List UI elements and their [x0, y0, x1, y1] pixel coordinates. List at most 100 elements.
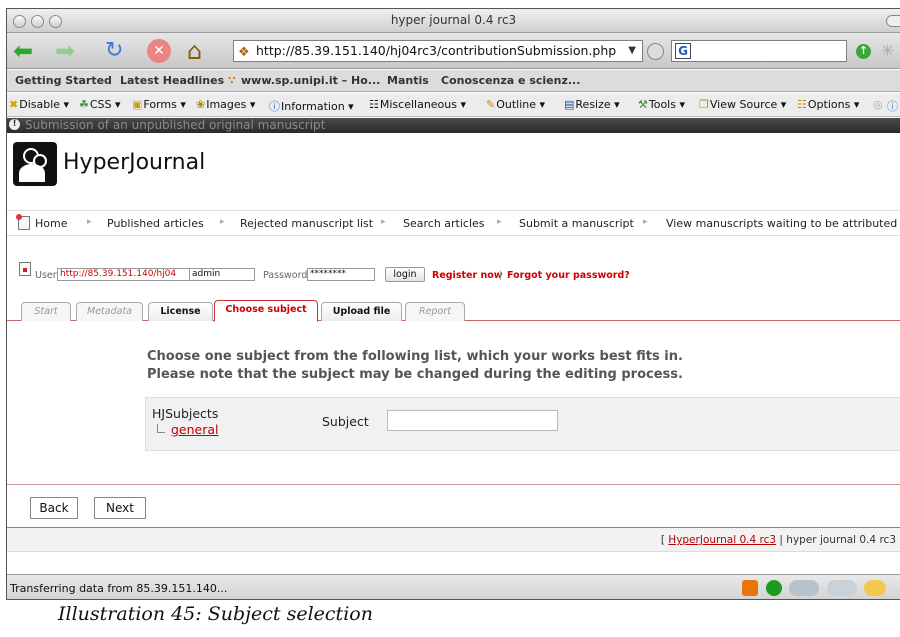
go-button[interactable]	[647, 43, 664, 60]
address-bar[interactable]: ❖ http://85.39.151.140/hj04rc3/contribut…	[233, 40, 643, 62]
alert-icon: !	[9, 119, 20, 130]
subject-field[interactable]	[387, 410, 558, 431]
menu-item-search-articles[interactable]: Search articles	[403, 217, 485, 230]
home-icon[interactable]: ⌂	[187, 37, 202, 65]
bookmark-item[interactable]: www.sp.unipi.it – Ho...	[241, 74, 380, 87]
devbar-images[interactable]: ❀Images ▾	[196, 98, 255, 111]
status-icons	[742, 580, 890, 596]
username-field[interactable]: admin	[190, 268, 255, 281]
page-content: ! Submission of an unpublished original …	[7, 118, 900, 574]
bookmarks-bar: Getting Started Latest Headlines ∵ www.s…	[7, 70, 900, 92]
back-arrow-icon[interactable]: ⬅	[13, 37, 33, 65]
subject-label: Subject	[322, 414, 369, 429]
devbar-outline[interactable]: ✎Outline ▾	[486, 98, 545, 111]
submission-tabs: Start Metadata License Choose subject Up…	[7, 293, 900, 322]
green-status-icon[interactable]	[765, 580, 782, 596]
bookmark-item[interactable]: Getting Started	[15, 74, 112, 87]
devbar-css[interactable]: ☘CSS ▾	[79, 98, 121, 111]
tab-upload-file[interactable]: Upload file	[321, 302, 402, 321]
devbar-resize[interactable]: ▤Resize ▾	[564, 98, 620, 111]
page-header-title: Submission of an unpublished original ma…	[25, 118, 326, 132]
tab-license[interactable]: License	[148, 302, 213, 321]
options-icon: ☷	[797, 98, 807, 111]
information-icon: ⓘ	[269, 100, 280, 113]
status-text: Transferring data from 85.39.151.140...	[10, 582, 228, 595]
page-header-bar: ! Submission of an unpublished original …	[7, 118, 900, 133]
bookmark-item[interactable]: Latest Headlines ∵	[120, 74, 236, 87]
hyperjournal-logo	[13, 142, 57, 186]
login-button[interactable]: login	[385, 267, 425, 282]
weather-sun-icon[interactable]	[864, 580, 886, 596]
user-icon	[19, 262, 31, 276]
bookmark-item[interactable]: Mantis	[387, 74, 429, 87]
outline-icon: ✎	[486, 98, 496, 111]
search-input[interactable]: G	[671, 40, 847, 62]
devbar-information[interactable]: ⓘInformation ▾	[269, 98, 354, 114]
subjects-tree-root: HJSubjects	[152, 406, 219, 421]
login-form: User http://85.39.151.140/hj04 admin Pas…	[7, 258, 900, 284]
rss-icon: ∵	[227, 74, 236, 87]
menu-item-home[interactable]: Home	[35, 217, 67, 230]
activity-spinner-icon: ✳	[881, 41, 895, 60]
bookmark-item[interactable]: Conoscenza e scienz...	[441, 74, 580, 87]
toolbar-toggle-button[interactable]	[886, 15, 900, 27]
addon-green-icon[interactable]: ↑	[856, 44, 871, 59]
css-icon: ☘	[79, 98, 89, 111]
link-separator: |	[499, 270, 503, 281]
window-title: hyper journal 0.4 rc3	[390, 13, 517, 27]
footer-link[interactable]: HyperJournal 0.4 rc3	[668, 534, 776, 546]
tab-choose-subject[interactable]: Choose subject	[214, 300, 318, 322]
devbar-forms[interactable]: ▣Forms ▾	[132, 98, 186, 111]
devbar-disabled-icon[interactable]: ◎	[873, 98, 883, 111]
menu-separator-icon: ▸	[220, 217, 225, 227]
menu-item-published-articles[interactable]: Published articles	[107, 217, 204, 230]
password-field[interactable]: ********	[307, 268, 375, 281]
tools-icon: ⚒	[638, 98, 648, 111]
miscellaneous-icon: ☷	[369, 98, 379, 111]
weather-cloud-icon[interactable]	[789, 580, 819, 596]
register-link[interactable]: Register now	[432, 270, 503, 281]
home-page-icon[interactable]	[16, 214, 30, 230]
resize-icon: ▤	[564, 98, 575, 111]
browser-window: hyper journal 0.4 rc3 ⬅ ➡ ↻ ✕ ⌂ ❖ http:/…	[6, 8, 900, 600]
menu-item-submit-manuscript[interactable]: Submit a manuscript	[519, 217, 634, 230]
page-footer: [ HyperJournal 0.4 rc3 | hyper journal 0…	[7, 528, 900, 552]
weather-rain-icon[interactable]	[826, 580, 857, 596]
menu-separator-icon: ▸	[87, 217, 92, 227]
devbar-disable[interactable]: ✖Disable ▾	[9, 98, 69, 111]
instructions: Choose one subject from the following li…	[147, 348, 683, 384]
forms-icon: ▣	[132, 98, 143, 111]
next-button[interactable]: Next	[94, 497, 146, 519]
tab-metadata: Metadata	[76, 302, 143, 321]
devbar-view-source[interactable]: ❐View Source ▾	[699, 98, 786, 111]
status-bar: Transferring data from 85.39.151.140...	[7, 574, 900, 599]
devbar-info-icon[interactable]: ⓘ	[887, 98, 898, 114]
forward-arrow-icon[interactable]: ➡	[55, 37, 75, 65]
web-developer-toolbar: ✖Disable ▾ ☘CSS ▾ ▣Forms ▾ ❀Images ▾ ⓘIn…	[7, 93, 900, 117]
stop-icon[interactable]: ✕	[147, 39, 171, 63]
instruction-line-1: Choose one subject from the following li…	[147, 349, 683, 364]
forgot-password-link[interactable]: Forgot your password?	[507, 270, 630, 281]
menu-separator-icon: ▸	[497, 217, 502, 227]
back-button[interactable]: Back	[30, 497, 78, 519]
footer-text: [ HyperJournal 0.4 rc3 | hyper journal 0…	[660, 534, 896, 546]
devbar-miscellaneous[interactable]: ☷Miscellaneous ▾	[369, 98, 466, 111]
menu-item-rejected-manuscripts[interactable]: Rejected manuscript list	[240, 217, 373, 230]
title-bar: hyper journal 0.4 rc3	[7, 9, 900, 33]
divider	[7, 484, 900, 485]
devbar-options[interactable]: ☷Options ▾	[797, 98, 859, 111]
reload-icon[interactable]: ↻	[105, 37, 123, 65]
view-source-icon: ❐	[699, 98, 709, 111]
menu-item-waiting-manuscripts[interactable]: View manuscripts waiting to be attribute…	[666, 217, 897, 230]
devbar-tools[interactable]: ⚒Tools ▾	[638, 98, 685, 111]
subject-link-general[interactable]: general	[171, 422, 219, 437]
menu-separator-icon: ▸	[381, 217, 386, 227]
openid-url-field[interactable]: http://85.39.151.140/hj04	[57, 268, 190, 281]
chevron-down-icon[interactable]: ▼	[628, 41, 636, 61]
figure-caption: Illustration 45: Subject selection	[58, 603, 373, 625]
site-name: HyperJournal	[63, 150, 206, 175]
menu-separator-icon: ▸	[643, 217, 648, 227]
rss-feed-icon[interactable]	[742, 580, 758, 596]
subject-selector: HJSubjects general Subject	[145, 397, 900, 451]
google-icon[interactable]: G	[675, 43, 691, 59]
